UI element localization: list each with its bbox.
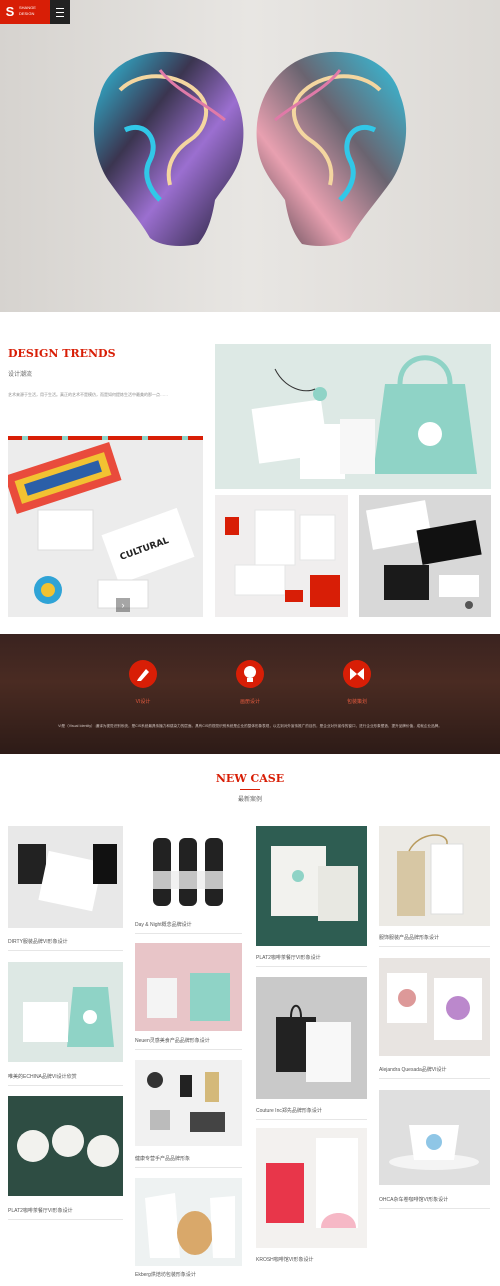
butterfly-icon	[350, 668, 364, 680]
design-trends-title: DESIGN TRENDS	[8, 347, 116, 360]
case-5-caption[interactable]: 唯美的ECHINA品牌VI设计欣赏	[8, 1073, 77, 1080]
case-12-image	[266, 1138, 358, 1228]
case-3-image	[271, 846, 358, 921]
case-5-image	[23, 987, 114, 1047]
band-item-1-label[interactable]: VI设计	[113, 698, 173, 705]
case-12-caption[interactable]: KROSH咖啡馆VI形象设计	[256, 1256, 314, 1263]
case-card-4[interactable]	[379, 826, 490, 926]
case-10-image	[147, 1072, 225, 1132]
case-card-5[interactable]	[8, 962, 123, 1062]
divider	[135, 933, 242, 934]
band-description: VI是（Visual Identity）.通译为视觉识别系统，是CIS系统最具传…	[58, 724, 442, 728]
design-tile-bw-stationery[interactable]	[359, 495, 491, 617]
case-6-caption[interactable]: Neuen灵感美食产品品牌形象设计	[135, 1037, 210, 1044]
divider	[8, 1219, 123, 1220]
band-item-1-button[interactable]	[129, 660, 157, 688]
case-7-image	[276, 1004, 351, 1082]
new-case-title: NEW CASE	[215, 772, 285, 785]
logo-mark[interactable]: S	[2, 4, 18, 20]
case-4-image	[397, 834, 464, 916]
design-trends-subtitle: 设计潮流	[8, 372, 33, 378]
divider	[135, 1049, 242, 1050]
case-13-image	[145, 1193, 235, 1258]
red-stationery-illustration	[225, 509, 340, 607]
stationery-illustration: CULTURAL	[8, 441, 195, 609]
case-7-caption[interactable]: Couture Inc郑先品牌形象设计	[256, 1107, 322, 1114]
band-item-3-label[interactable]: 包装策划	[327, 698, 387, 705]
case-card-8[interactable]	[379, 958, 490, 1056]
case-9-caption[interactable]: PLAT2咖啡茶餐厅VI形象设计	[8, 1207, 73, 1214]
band-item-3-button[interactable]	[343, 660, 371, 688]
design-tile-red-stationery[interactable]	[215, 495, 348, 617]
case-card-7[interactable]	[256, 977, 367, 1099]
band-item-2-button[interactable]	[236, 660, 264, 688]
divider	[379, 1208, 490, 1209]
slider-next-button[interactable]: ›	[116, 598, 130, 612]
case-1-image	[18, 844, 117, 912]
divider	[8, 1085, 123, 1086]
case-card-11[interactable]	[379, 1090, 490, 1185]
case-13-caption[interactable]: Ekberg烘焙坊包装形象设计	[135, 1271, 196, 1278]
design-tile-tote[interactable]	[215, 344, 491, 489]
divider	[379, 1078, 490, 1079]
case-2-caption[interactable]: Day & Night概念品牌设计	[135, 921, 192, 928]
pencil-icon	[137, 669, 149, 681]
tote-illustration	[251, 355, 477, 479]
bulb-icon	[244, 666, 256, 682]
case-3-caption[interactable]: PLAT2咖啡茶餐厅VI形象设计	[256, 954, 321, 961]
hero-banner	[0, 0, 500, 312]
hamburger-icon	[56, 8, 64, 9]
new-case-subtitle: 最新案例	[237, 797, 262, 803]
divider	[256, 966, 367, 967]
bw-stationery-illustration	[365, 500, 482, 609]
case-11-image	[389, 1125, 479, 1170]
divider	[256, 1119, 367, 1120]
case-11-caption[interactable]: OHCA杂车卷咖啡馆VI形象设计	[379, 1196, 448, 1203]
hero-illustration	[93, 51, 407, 246]
case-8-caption[interactable]: Alejandra Quesada品牌VI设计	[379, 1066, 447, 1073]
case-10-caption[interactable]: 健康专营手产品品牌形象	[135, 1155, 190, 1162]
case-8-image	[387, 973, 482, 1040]
case-card-2[interactable]	[135, 826, 242, 916]
case-9-image	[17, 1125, 119, 1167]
logo-text-line-2: DESIGN	[19, 11, 35, 16]
case-card-13[interactable]	[135, 1178, 242, 1266]
services-band	[0, 634, 500, 754]
design-tile-stationery[interactable]: CULTURAL ›	[8, 440, 203, 617]
case-1-caption[interactable]: DIRTY服装品牌VI形象设计	[8, 938, 68, 945]
divider	[8, 950, 123, 951]
case-card-6[interactable]	[135, 943, 242, 1031]
case-card-9[interactable]	[8, 1096, 123, 1196]
case-card-10[interactable]	[135, 1060, 242, 1146]
case-6-image	[147, 973, 230, 1021]
menu-button[interactable]	[50, 0, 70, 24]
design-trends-body: 艺术来源于生活，用于生活。真正的艺术不是模仿，而是如何提炼生活中最美的那一点……	[8, 392, 168, 397]
case-card-1[interactable]	[8, 826, 123, 928]
band-item-2-label[interactable]: 画册设计	[220, 698, 280, 705]
logo-text: SHANGE DESIGN	[19, 5, 36, 17]
chevron-right-icon: ›	[121, 600, 125, 610]
case-2-image	[153, 838, 223, 906]
case-card-12[interactable]	[256, 1128, 367, 1248]
case-4-caption[interactable]: 服饰服装产品品牌形象设计	[379, 934, 439, 941]
top-bar: S SHANGE DESIGN	[0, 0, 70, 24]
title-underline	[240, 789, 260, 790]
divider	[379, 946, 490, 947]
case-card-3[interactable]	[256, 826, 367, 946]
divider	[135, 1167, 242, 1168]
